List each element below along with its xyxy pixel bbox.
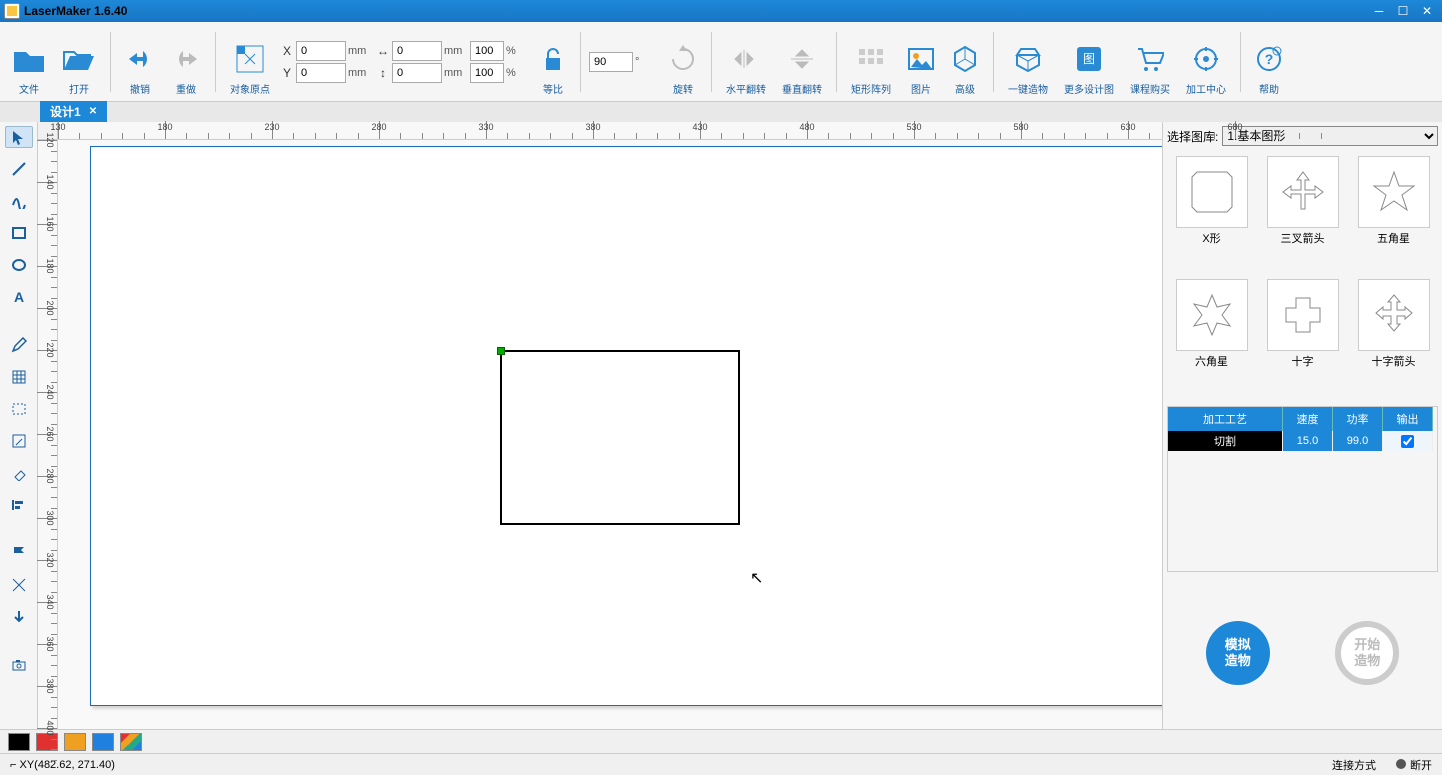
- connection-mode[interactable]: 连接方式: [1332, 757, 1376, 773]
- canvas[interactable]: ↖: [58, 140, 1162, 729]
- align-tool[interactable]: [5, 494, 33, 516]
- y-input[interactable]: [296, 63, 346, 83]
- note-tool[interactable]: [5, 430, 33, 452]
- app-title: LaserMaker 1.6.40: [24, 4, 127, 18]
- start-button[interactable]: 开始 造物: [1335, 621, 1399, 685]
- svg-text:图: 图: [1083, 52, 1095, 66]
- redo-button[interactable]: 重做: [165, 26, 207, 98]
- line-tool[interactable]: [5, 158, 33, 180]
- height-pct-input[interactable]: [470, 63, 504, 83]
- svg-text:A: A: [13, 289, 23, 305]
- undo-button[interactable]: 撤销: [119, 26, 161, 98]
- maximize-button[interactable]: ☐: [1392, 3, 1414, 19]
- height-input[interactable]: [392, 63, 442, 83]
- main-toolbar: 文件 打开 撤销 重做 对象原点 Xmm Ymm ↔mm% ↕mm% 等比 ° …: [0, 22, 1442, 102]
- document-tab[interactable]: 设计1 ✕: [40, 101, 107, 122]
- ruler-vertical: 1201401601802002202402602803003203403603…: [38, 140, 58, 729]
- file-button[interactable]: 文件: [6, 26, 52, 98]
- canvas-area[interactable]: 130180230280330380430480530580630680 120…: [38, 122, 1162, 729]
- process-output[interactable]: [1383, 431, 1433, 451]
- color-black[interactable]: [8, 733, 30, 751]
- help-button[interactable]: ?帮助: [1249, 26, 1289, 98]
- process-name: 切割: [1168, 431, 1283, 451]
- simulate-button[interactable]: 模拟 造物: [1206, 621, 1270, 685]
- minimize-button[interactable]: ─: [1368, 3, 1390, 19]
- image-button[interactable]: 图片: [901, 26, 941, 98]
- select-tool[interactable]: [5, 126, 33, 148]
- process-row[interactable]: 切割 15.0 99.0: [1168, 431, 1437, 451]
- library-select[interactable]: 1.基本图形: [1222, 126, 1438, 146]
- lib-item-star6[interactable]: 六角星: [1169, 279, 1254, 396]
- ellipse-tool[interactable]: [5, 254, 33, 276]
- camera-tool[interactable]: [5, 654, 33, 676]
- size-group: ↔mm% ↕mm%: [376, 41, 530, 83]
- color-blue[interactable]: [92, 733, 114, 751]
- title-bar: LaserMaker 1.6.40 ─ ☐ ✕: [0, 0, 1442, 22]
- tab-label: 设计1: [50, 103, 81, 120]
- flag-tool[interactable]: [5, 542, 33, 564]
- col-power[interactable]: 功率: [1333, 407, 1383, 431]
- rotate-button[interactable]: 旋转: [663, 26, 703, 98]
- lib-item-star5[interactable]: 五角星: [1351, 156, 1436, 273]
- connection-state: 断开: [1396, 757, 1432, 773]
- lib-item-triforkarrow[interactable]: 三叉箭头: [1260, 156, 1345, 273]
- hflip-button[interactable]: 水平翻转: [720, 26, 772, 98]
- output-checkbox[interactable]: [1401, 435, 1414, 448]
- process-center-button[interactable]: 加工中心: [1180, 26, 1232, 98]
- drawn-rectangle[interactable]: [500, 350, 740, 525]
- rotate-input[interactable]: [589, 52, 633, 72]
- curve-tool[interactable]: [5, 190, 33, 212]
- lib-item-crossarrow[interactable]: 十字箭头: [1351, 279, 1436, 396]
- app-logo-icon: [4, 3, 20, 19]
- open-button[interactable]: 打开: [56, 26, 102, 98]
- grid-tool[interactable]: [5, 366, 33, 388]
- svg-text:?: ?: [1265, 51, 1274, 67]
- status-xy: ⌐ XY(482.62, 271.40): [10, 759, 115, 771]
- process-power: 99.0: [1333, 431, 1383, 451]
- ruler-horizontal: 130180230280330380430480530580630680: [58, 122, 1162, 140]
- document-tabbar: 设计1 ✕: [0, 102, 1442, 122]
- color-multi[interactable]: [120, 733, 142, 751]
- tab-close-icon[interactable]: ✕: [89, 106, 97, 117]
- shape-handle[interactable]: [497, 347, 505, 355]
- left-toolbar: A: [0, 122, 38, 729]
- col-output[interactable]: 输出: [1383, 407, 1433, 431]
- status-bar: ⌐ XY(482.62, 271.40) 连接方式 断开: [0, 753, 1442, 775]
- width-input[interactable]: [392, 41, 442, 61]
- lib-item-xshape[interactable]: X形: [1169, 156, 1254, 273]
- process-speed: 15.0: [1283, 431, 1333, 451]
- color-bar: [0, 729, 1442, 753]
- onekey-button[interactable]: 一键造物: [1002, 26, 1054, 98]
- origin-button[interactable]: 对象原点: [224, 26, 276, 98]
- array-button[interactable]: 矩形阵列: [845, 26, 897, 98]
- fill-tool[interactable]: [5, 574, 33, 596]
- color-orange[interactable]: [64, 733, 86, 751]
- lock-ratio-button[interactable]: 等比: [534, 26, 572, 98]
- width-pct-input[interactable]: [470, 41, 504, 61]
- vflip-button[interactable]: 垂直翻转: [776, 26, 828, 98]
- cursor-icon: ↖: [750, 568, 763, 588]
- col-speed[interactable]: 速度: [1283, 407, 1333, 431]
- more-designs-button[interactable]: 图更多设计图: [1058, 26, 1120, 98]
- position-group: Xmm Ymm: [280, 41, 372, 83]
- col-process[interactable]: 加工工艺: [1168, 407, 1283, 431]
- select-rect-tool[interactable]: [5, 398, 33, 420]
- text-tool[interactable]: A: [5, 286, 33, 308]
- lib-item-cross[interactable]: 十字: [1260, 279, 1345, 396]
- eraser-tool[interactable]: [5, 462, 33, 484]
- advanced-button[interactable]: 高级: [945, 26, 985, 98]
- x-input[interactable]: [296, 41, 346, 61]
- close-button[interactable]: ✕: [1416, 3, 1438, 19]
- buy-course-button[interactable]: 课程购买: [1124, 26, 1176, 98]
- down-tool[interactable]: [5, 606, 33, 628]
- library-grid: X形 三叉箭头 五角星 六角星 十字 十字箭头: [1163, 150, 1442, 402]
- rect-tool[interactable]: [5, 222, 33, 244]
- process-table: 加工工艺 速度 功率 输出 切割 15.0 99.0: [1167, 406, 1438, 572]
- edit-tool[interactable]: [5, 334, 33, 356]
- right-panel: 选择图库: 1.基本图形 X形 三叉箭头 五角星 六角星 十字 十字箭头 加工工…: [1162, 122, 1442, 729]
